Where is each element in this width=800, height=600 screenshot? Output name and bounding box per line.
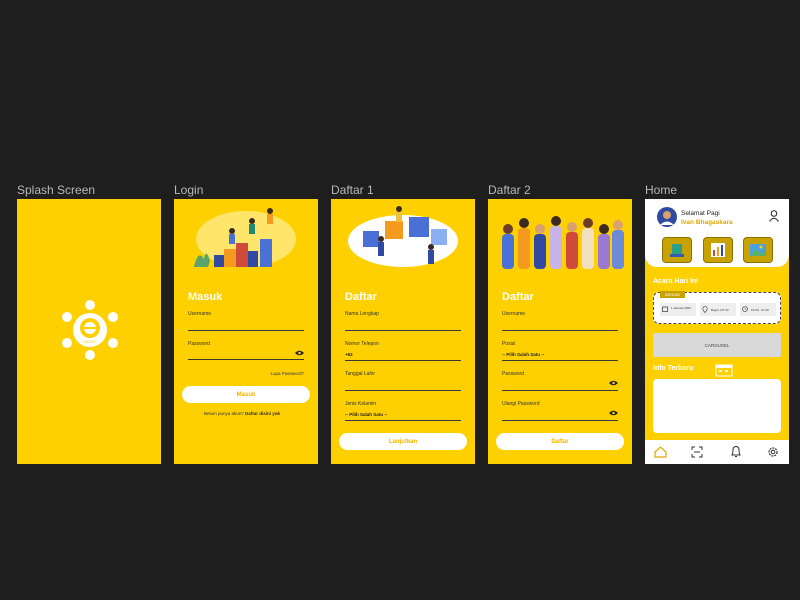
repeat-password-label: Ulangi Password: [502, 401, 540, 407]
birth-date-field[interactable]: [345, 390, 461, 391]
register-step2-screen: Daftar Username Posisi -- Pilih Salah Sa…: [488, 199, 632, 464]
location-icon: [702, 306, 708, 313]
bottom-nav: [645, 440, 789, 464]
gender-label: Jenis Kelamin: [345, 401, 377, 407]
page-title: Daftar: [502, 291, 534, 303]
app-logo: BOOK: [62, 300, 118, 360]
signup-prompt: Belum punya akun? Daftar disini yuk: [204, 411, 280, 416]
event-place-box: Bogor, RT 04: [700, 303, 736, 316]
clock-icon: [742, 306, 748, 312]
today-title: Acara Hari Ini: [653, 278, 699, 285]
event-date-box: 1 Januari 2022: [660, 303, 696, 316]
logo-text: BOOK: [84, 339, 96, 344]
username-label: Username: [188, 311, 212, 317]
building-icon: [670, 244, 684, 257]
frame-label-splash: Splash Screen: [17, 183, 96, 197]
password-field[interactable]: [502, 390, 618, 391]
signup-link[interactable]: Daftar disini yuk: [245, 411, 280, 416]
full-name-field[interactable]: [345, 330, 461, 331]
bell-icon[interactable]: [730, 445, 742, 458]
register-step1-screen: Daftar Nama Lengkap Nomor Telepon +62 Ta…: [331, 199, 475, 464]
menu-tile-1[interactable]: [662, 237, 692, 263]
login-screen: Masuk Username Password Lupa Password? M…: [174, 199, 318, 464]
avatar[interactable]: [657, 207, 677, 227]
teamwork-illustration: [194, 208, 296, 267]
forgot-password-link[interactable]: Lupa Password?: [270, 371, 304, 376]
splash-screen: BOOK: [17, 199, 161, 464]
phone-field[interactable]: [345, 360, 461, 361]
user-icon[interactable]: [769, 210, 779, 222]
event-place: Bogor, RT 04: [711, 308, 729, 312]
event-time: 19.00 - 21.00: [751, 308, 769, 312]
username-field[interactable]: [188, 330, 304, 331]
menu-tile-2[interactable]: [703, 237, 733, 263]
info-title: Info Terbaru: [653, 365, 694, 372]
gender-select[interactable]: -- Pilih Salah Satu --: [345, 412, 387, 417]
gear-icon[interactable]: [767, 446, 779, 458]
password-label: Password: [502, 371, 524, 377]
position-select[interactable]: -- Pilih Salah Satu --: [502, 352, 544, 357]
page-title: Daftar: [345, 291, 377, 303]
event-time-box: 19.00 - 21.00: [740, 303, 776, 316]
home-icon[interactable]: [654, 446, 667, 458]
frame-label-daftar1: Daftar 1: [331, 183, 374, 197]
info-card[interactable]: [653, 379, 781, 433]
home-header: Selamat Pagi Ivan Bhagaskara: [645, 199, 789, 267]
scan-icon[interactable]: [691, 446, 703, 458]
event-tag: ARISAN: [660, 291, 685, 298]
repeat-password-field[interactable]: [502, 420, 618, 421]
eye-icon[interactable]: [295, 350, 304, 356]
frame-label-login: Login: [174, 183, 204, 197]
birth-date-label: Tanggal Lahir: [345, 371, 376, 377]
menu-tile-3[interactable]: [743, 237, 773, 263]
username-label: Username: [502, 311, 526, 317]
user-name: Ivan Bhagaskara: [681, 219, 733, 226]
password-field[interactable]: [188, 359, 304, 360]
full-name-label: Nama Lengkap: [345, 311, 379, 317]
signup-prompt-text: Belum punya akun?: [204, 411, 244, 416]
carousel[interactable]: CAROUSEL: [653, 333, 781, 357]
frame-label-home: Home: [645, 183, 678, 197]
calendar-icon: [715, 364, 733, 377]
phone-label: Nomor Telepon: [345, 341, 379, 347]
page-title: Masuk: [188, 291, 223, 303]
login-button[interactable]: Masuk: [182, 386, 310, 403]
position-select-line: [502, 360, 618, 361]
chart-icon: [711, 243, 725, 257]
greeting-text: Selamat Pagi: [681, 210, 720, 217]
continue-button[interactable]: Lanjutkan: [339, 433, 467, 450]
puzzle-illustration: [348, 206, 458, 267]
password-label: Password: [188, 341, 210, 347]
calendar-icon: [662, 306, 668, 312]
phone-prefix: +62: [345, 352, 353, 357]
people-illustration: [502, 216, 624, 269]
frame-label-daftar2: Daftar 2: [488, 183, 531, 197]
home-screen: Selamat Pagi Ivan Bhagaskara Acara Hari …: [645, 199, 789, 464]
username-field[interactable]: [502, 330, 618, 331]
eye-icon[interactable]: [609, 380, 618, 386]
gender-select-line: [345, 420, 461, 421]
event-date: 1 Januari 2022: [671, 306, 691, 310]
position-label: Posisi: [502, 341, 516, 347]
eye-icon[interactable]: [609, 410, 618, 416]
event-card[interactable]: ARISAN 1 Januari 2022 Bogor, RT 04 19.00…: [653, 291, 781, 324]
gallery-icon: [750, 244, 766, 256]
register-button[interactable]: Daftar: [496, 433, 624, 450]
